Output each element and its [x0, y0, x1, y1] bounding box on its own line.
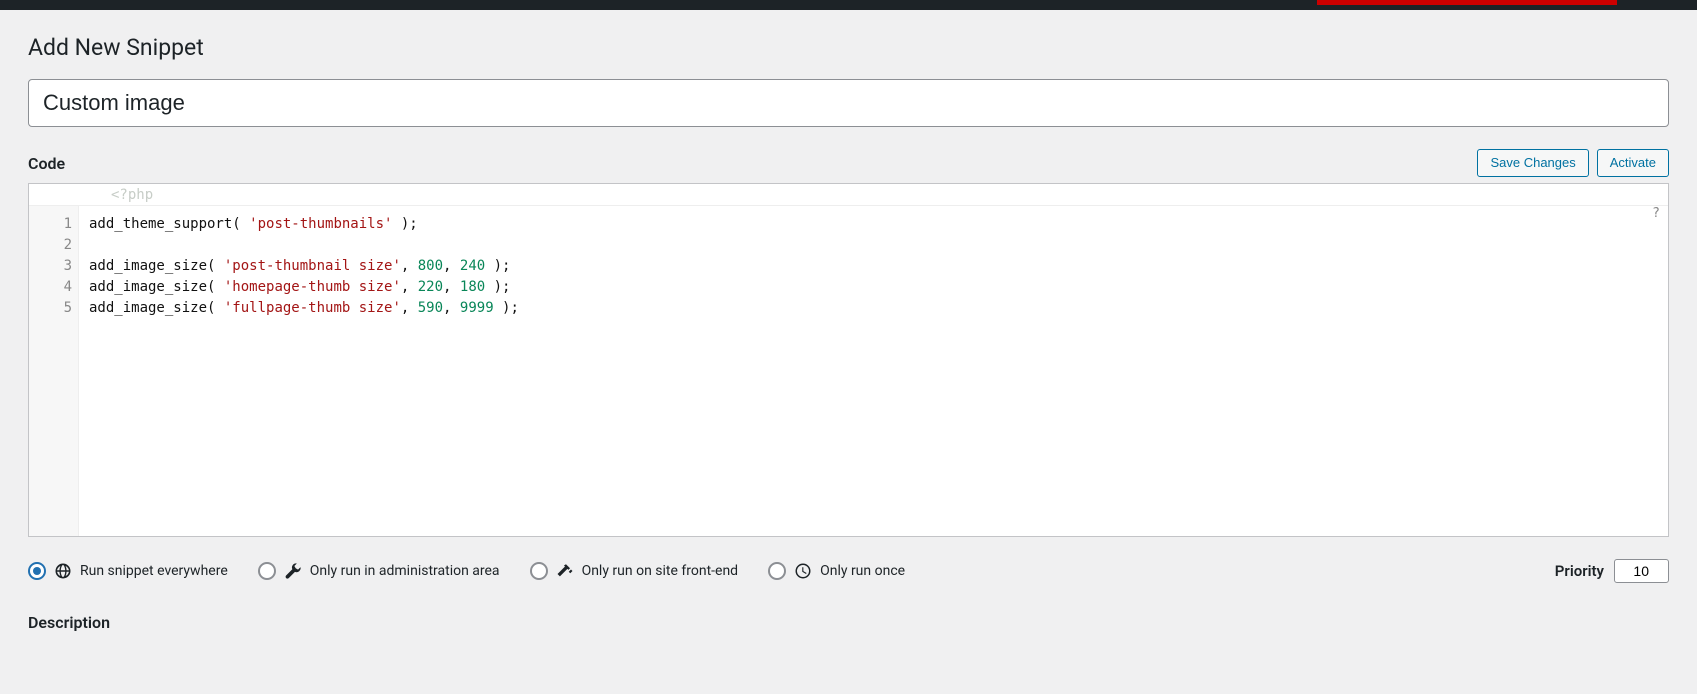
line-number: 3 [29, 256, 72, 277]
editor-help-icon[interactable]: ? [1652, 206, 1660, 221]
code-gutter: 12345 [29, 206, 79, 536]
scope-option-admin[interactable]: Only run in administration area [258, 562, 500, 580]
line-number: 1 [29, 214, 72, 235]
code-section-heading: Code [28, 154, 65, 173]
radio-indicator[interactable] [28, 562, 46, 580]
scope-option-label: Only run on site front-end [582, 563, 739, 579]
scope-option-everywhere[interactable]: Run snippet everywhere [28, 562, 228, 580]
scope-option-label: Only run once [820, 563, 905, 579]
scope-option-bar: Run snippet everywhere Only run in admini… [28, 559, 1669, 583]
php-open-tag-hint: <?php [29, 184, 1668, 206]
snippet-title-input[interactable] [28, 79, 1669, 127]
clock-icon [794, 562, 812, 580]
code-line[interactable]: add_image_size( 'fullpage-thumb size', 5… [89, 298, 1658, 319]
priority-input[interactable] [1614, 559, 1669, 583]
admin-top-bar [0, 0, 1697, 10]
radio-indicator[interactable] [768, 562, 786, 580]
page-title: Add New Snippet [28, 34, 1669, 61]
code-line[interactable]: add_theme_support( 'post-thumbnails' ); [89, 214, 1658, 235]
radio-indicator[interactable] [258, 562, 276, 580]
scope-option-label: Only run in administration area [310, 563, 500, 579]
top-bar-highlight [1317, 0, 1617, 5]
hammer-icon [556, 562, 574, 580]
code-lines[interactable]: add_theme_support( 'post-thumbnails' ); a… [79, 206, 1668, 536]
wrench-icon [284, 562, 302, 580]
description-section-heading: Description [28, 613, 1669, 632]
activate-button[interactable]: Activate [1597, 149, 1669, 177]
priority-label: Priority [1555, 562, 1604, 580]
radio-indicator[interactable] [530, 562, 548, 580]
scope-option-label: Run snippet everywhere [80, 563, 228, 579]
code-line[interactable]: add_image_size( 'post-thumbnail size', 8… [89, 256, 1658, 277]
scope-option-frontend[interactable]: Only run on site front-end [530, 562, 739, 580]
line-number: 2 [29, 235, 72, 256]
globe-icon [54, 562, 72, 580]
line-number: 4 [29, 277, 72, 298]
line-number: 5 [29, 298, 72, 319]
code-line[interactable]: add_image_size( 'homepage-thumb size', 2… [89, 277, 1658, 298]
save-changes-button[interactable]: Save Changes [1477, 149, 1588, 177]
scope-option-once[interactable]: Only run once [768, 562, 905, 580]
code-editor[interactable]: <?php ? 12345 add_theme_support( 'post-t… [28, 183, 1669, 537]
code-line[interactable] [89, 235, 1658, 256]
